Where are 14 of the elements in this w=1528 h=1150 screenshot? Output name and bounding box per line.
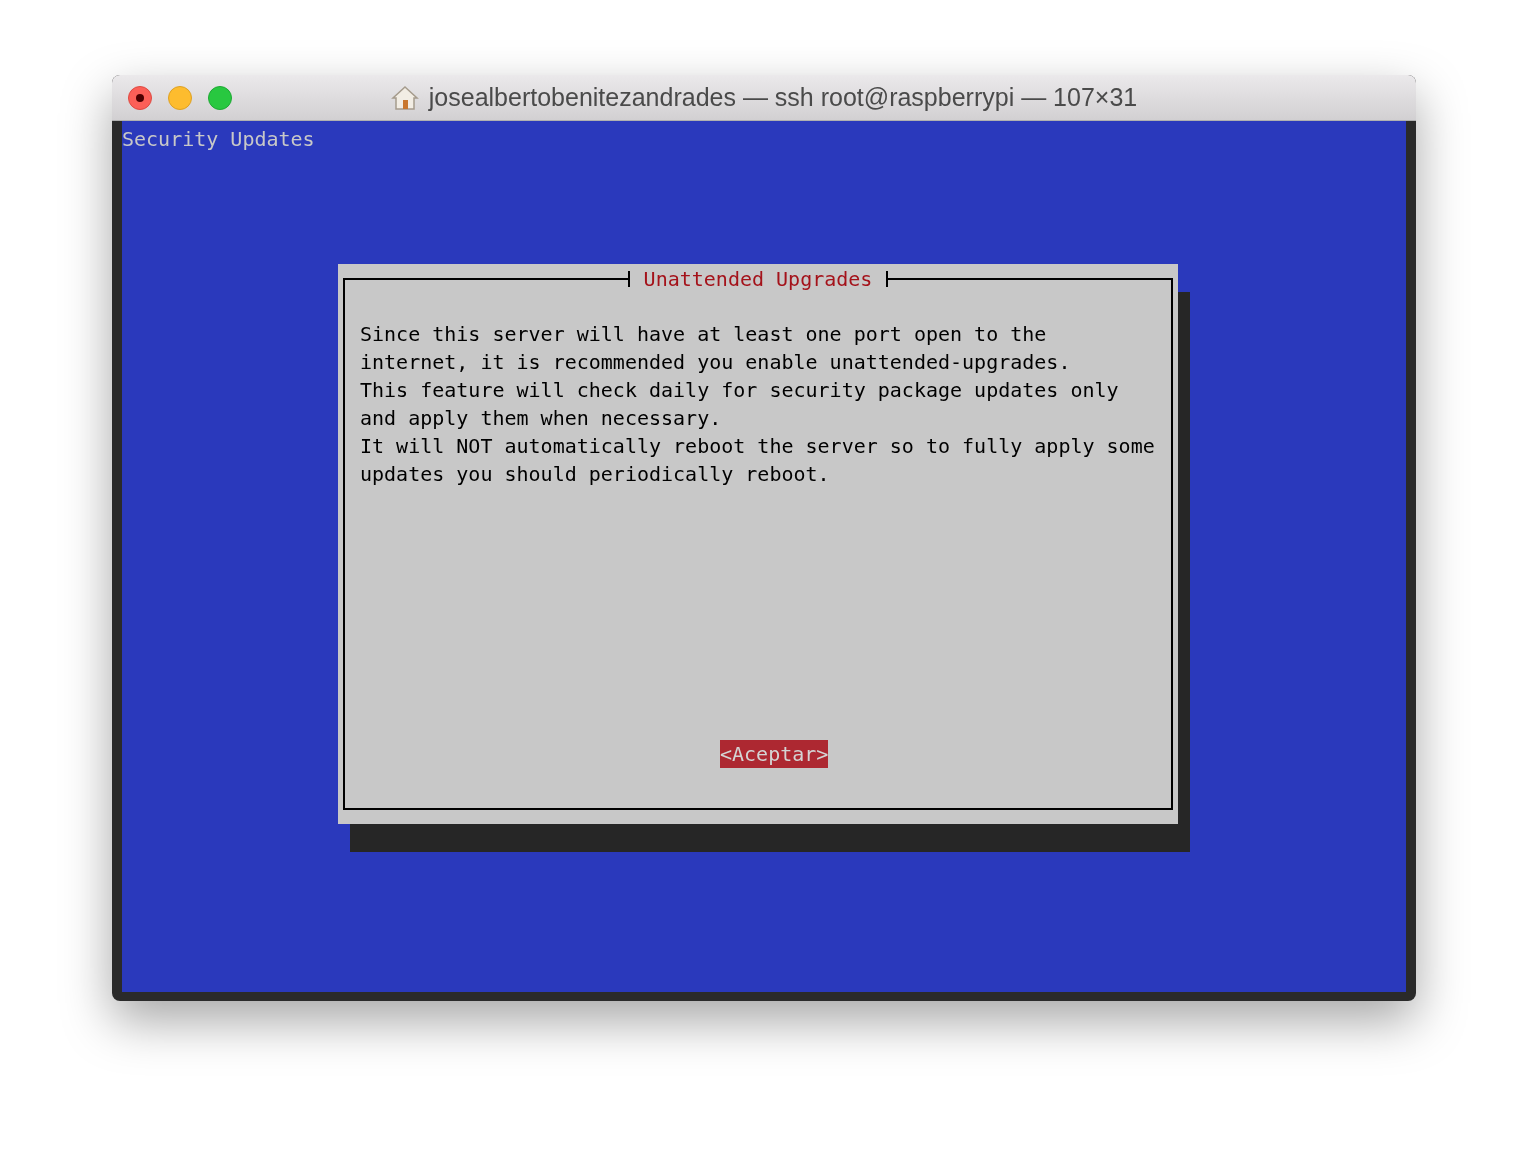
- ok-button[interactable]: <Aceptar>: [720, 740, 829, 768]
- message-line: Since this server will have at least one port open to the: [360, 321, 1047, 348]
- house-icon: [390, 84, 419, 111]
- dialog-title: Unattended Upgrades: [642, 266, 874, 293]
- minimize-button[interactable]: [168, 85, 192, 110]
- message-line: internet, it is recommended you enable unattended-upgrades.: [360, 349, 1071, 376]
- message-line: It will NOT automatically reboot the server so to fully apply some: [360, 433, 1155, 460]
- screen-header: Security Updates: [122, 126, 315, 153]
- window-title: josealbertobenitezandrades — ssh root@raspberrypi — 107×31: [428, 81, 1138, 113]
- zoom-button[interactable]: [208, 85, 232, 110]
- message-line: This feature will check daily for security package updates only: [360, 377, 1119, 404]
- close-button[interactable]: [128, 85, 152, 110]
- message-line: updates you should periodically reboot.: [360, 461, 830, 488]
- message-line: and apply them when necessary.: [360, 405, 722, 432]
